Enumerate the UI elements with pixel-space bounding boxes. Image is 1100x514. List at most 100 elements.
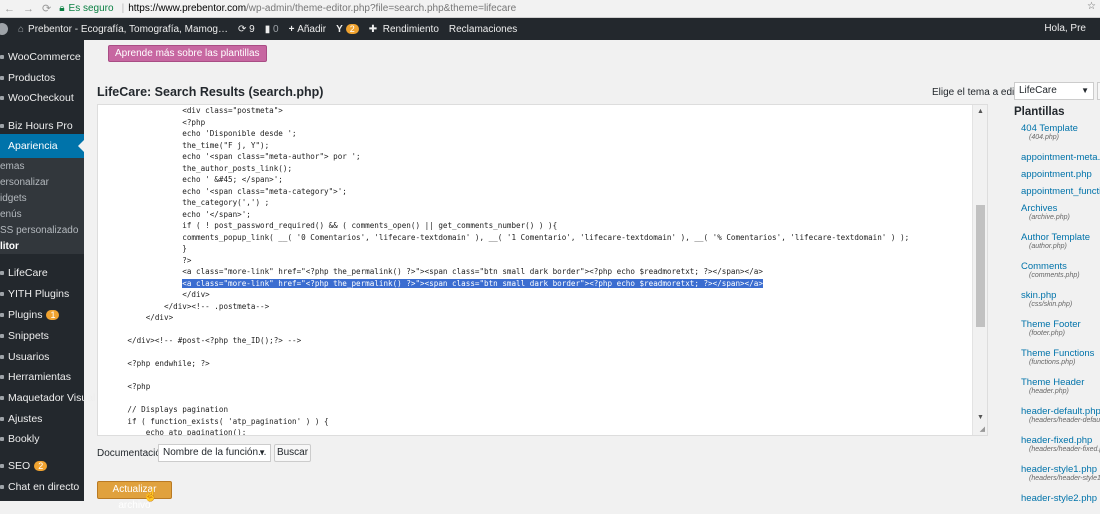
update-file-button[interactable]: Actualizar archivo bbox=[97, 481, 172, 511]
template-link[interactable]: 404 Template bbox=[1021, 123, 1100, 134]
sidebar-item-label: Maquetador Visual bbox=[8, 392, 96, 404]
code-line: <a class="more-link" href="<?php the_per… bbox=[98, 266, 972, 278]
sidebar-item-snippets[interactable]: Snippets bbox=[0, 327, 84, 345]
template-link[interactable]: appointment-meta.php bbox=[1021, 152, 1100, 163]
template-link[interactable]: header-fixed.php bbox=[1021, 435, 1100, 446]
template-filename: (comments.php) bbox=[1029, 272, 1080, 279]
submenu-item-themes[interactable]: emas bbox=[0, 158, 84, 174]
sidebar-item-users[interactable]: Usuarios bbox=[0, 348, 84, 366]
template-item: skin.php (css/skin.php) bbox=[1021, 290, 1100, 319]
code-line-text: <a class="more-link" href="<?php the_per… bbox=[100, 267, 763, 276]
code-line: the_category(',') ; bbox=[98, 197, 972, 209]
code-line-text: <?php endwhile; ?> bbox=[100, 359, 210, 368]
template-filename: (headers/header-default.p bbox=[1029, 417, 1100, 424]
comments-link[interactable]: ▮ 0 bbox=[265, 24, 279, 35]
template-link[interactable]: Author Template bbox=[1021, 232, 1100, 243]
url-path: /wp-admin/theme-editor.php?file=search.p… bbox=[246, 3, 517, 14]
updates-icon: ⟳ bbox=[237, 23, 247, 35]
code-line: comments_popup_link( __( '0 Comentarios'… bbox=[98, 232, 972, 244]
submenu-item-custom-css[interactable]: SS personalizado bbox=[0, 222, 84, 238]
plus-icon: + bbox=[288, 23, 295, 35]
function-name-select[interactable]: Nombre de la función... ▼ bbox=[158, 444, 271, 462]
hand-cursor-icon: ☝ bbox=[143, 488, 158, 502]
sidebar-item-woocheckout[interactable]: WooCheckout bbox=[0, 89, 84, 107]
sidebar-item-label: Bookly bbox=[8, 433, 40, 445]
sidebar-item-label: Biz Hours Pro bbox=[8, 120, 73, 132]
yoast-icon: Y bbox=[336, 23, 343, 35]
claims-link[interactable]: Reclamaciones bbox=[449, 24, 517, 35]
sidebar-item-appearance[interactable]: Apariencia bbox=[0, 134, 84, 158]
template-link[interactable]: Theme Functions bbox=[1021, 348, 1100, 359]
resize-handle-icon[interactable]: ◢ bbox=[980, 425, 985, 433]
star-icon[interactable]: ☆ bbox=[1087, 1, 1096, 12]
sidebar-item-plugins[interactable]: Plugins 1 bbox=[0, 306, 84, 324]
sidebar-item-tools[interactable]: Herramientas bbox=[0, 368, 84, 386]
code-line: if ( function_exists( 'atp_pagination' )… bbox=[98, 416, 972, 428]
reload-icon[interactable]: ⟳ bbox=[42, 2, 51, 15]
user-greeting[interactable]: Hola, Pre bbox=[1044, 23, 1086, 34]
sidebar-item-live-chat[interactable]: Chat en directo bbox=[0, 478, 84, 496]
learn-templates-button[interactable]: Aprende más sobre las plantillas bbox=[108, 45, 267, 62]
scrollbar-thumb[interactable] bbox=[976, 205, 985, 327]
editor-scrollbar[interactable]: ▲ ▼ bbox=[972, 105, 987, 435]
code-line-text: the_time("F j, Y"); bbox=[100, 140, 270, 150]
lookup-button[interactable]: Buscar bbox=[274, 444, 311, 462]
template-link[interactable]: Comments bbox=[1021, 261, 1100, 272]
yoast-link[interactable]: Y2 bbox=[336, 24, 359, 35]
template-link[interactable]: Archives bbox=[1021, 203, 1100, 214]
template-link[interactable]: Theme Footer bbox=[1021, 319, 1100, 330]
template-link[interactable]: appointment.php bbox=[1021, 169, 1100, 180]
sidebar-item-woocommerce[interactable]: WooCommerce bbox=[0, 48, 84, 66]
sidebar-item-visual-builder[interactable]: Maquetador Visual bbox=[0, 389, 95, 407]
scroll-up-icon[interactable]: ▲ bbox=[977, 108, 984, 115]
scroll-down-icon[interactable]: ▼ bbox=[977, 414, 984, 421]
wordpress-logo-icon[interactable] bbox=[0, 23, 8, 35]
template-link[interactable]: appointment_functions bbox=[1021, 186, 1100, 197]
code-line: </div><!-- #post-<?php the_ID();?> --> bbox=[98, 335, 972, 347]
sidebar-item-seo[interactable]: SEO 2 bbox=[0, 457, 84, 475]
template-filename: (functions.php) bbox=[1029, 359, 1076, 366]
submenu-item-menus[interactable]: enús bbox=[0, 206, 84, 222]
code-line: ?> bbox=[98, 255, 972, 267]
chevron-down-icon: ▼ bbox=[1081, 86, 1089, 95]
browser-address-bar: ← → ⟳ 🔒︎ Es seguro | https://www.prebent… bbox=[0, 0, 1100, 18]
comments-count: 0 bbox=[273, 23, 279, 35]
submenu-item-editor[interactable]: litor bbox=[0, 238, 84, 254]
sidebar-item-settings[interactable]: Ajustes bbox=[0, 410, 84, 428]
template-filename: (headers/header-style1.p bbox=[1029, 475, 1100, 482]
submenu-item-widgets[interactable]: idgets bbox=[0, 190, 84, 206]
site-name-link[interactable]: ⌂ Prebentor - Ecografía, Tomografía, Mamo… bbox=[18, 24, 228, 35]
code-line: } bbox=[98, 243, 972, 255]
submenu-item-customize[interactable]: ersonalizar bbox=[0, 174, 84, 190]
forward-arrow-icon[interactable]: → bbox=[23, 3, 34, 15]
template-filename: (headers/header-fixed.php bbox=[1029, 446, 1100, 453]
back-arrow-icon[interactable]: ← bbox=[4, 3, 15, 15]
sidebar-item-bookly[interactable]: Bookly bbox=[0, 430, 84, 448]
site-name-label: Prebentor - Ecografía, Tomografía, Mamog… bbox=[28, 23, 228, 35]
sidebar-item-label: Herramientas bbox=[8, 371, 72, 383]
code-line: echo '<span class="meta-category">'; bbox=[98, 186, 972, 198]
code-line-text: <a class="more-link" href="<?php the_per… bbox=[182, 278, 763, 288]
template-link[interactable]: header-style2.php bbox=[1021, 493, 1100, 504]
template-link[interactable]: header-style1.php bbox=[1021, 464, 1100, 475]
sidebar-item-products[interactable]: Productos bbox=[0, 69, 84, 87]
template-link[interactable]: Theme Header bbox=[1021, 377, 1100, 388]
updates-link[interactable]: ⟳ 9 bbox=[238, 24, 255, 35]
code-editor[interactable]: <div class="postmeta"> <?php echo 'Dispo… bbox=[97, 104, 988, 436]
templates-heading: Plantillas bbox=[1014, 106, 1065, 118]
chevron-down-icon: ▼ bbox=[258, 448, 266, 457]
template-item: Author Template (author.php) bbox=[1021, 232, 1100, 261]
sidebar-item-label: Plugins bbox=[8, 309, 43, 321]
theme-select[interactable]: LifeCare ▼ bbox=[1014, 82, 1094, 100]
sidebar-item-label: Snippets bbox=[8, 330, 49, 342]
sidebar-item-biz-hours-pro[interactable]: Biz Hours Pro bbox=[0, 117, 84, 135]
performance-link[interactable]: ✚ Rendimiento bbox=[369, 24, 439, 35]
sidebar-item-lifecare[interactable]: LifeCare bbox=[0, 264, 84, 282]
url-field[interactable]: https://www.prebentor.com/wp-admin/theme… bbox=[128, 3, 516, 14]
code-textarea[interactable]: <div class="postmeta"> <?php echo 'Dispo… bbox=[98, 105, 972, 435]
template-link[interactable]: header-default.php bbox=[1021, 406, 1100, 417]
add-new-link[interactable]: + Añadir bbox=[289, 24, 327, 35]
template-item: appointment_functions bbox=[1021, 186, 1100, 203]
template-link[interactable]: skin.php bbox=[1021, 290, 1100, 301]
sidebar-item-yith-plugins[interactable]: YITH Plugins bbox=[0, 285, 84, 303]
